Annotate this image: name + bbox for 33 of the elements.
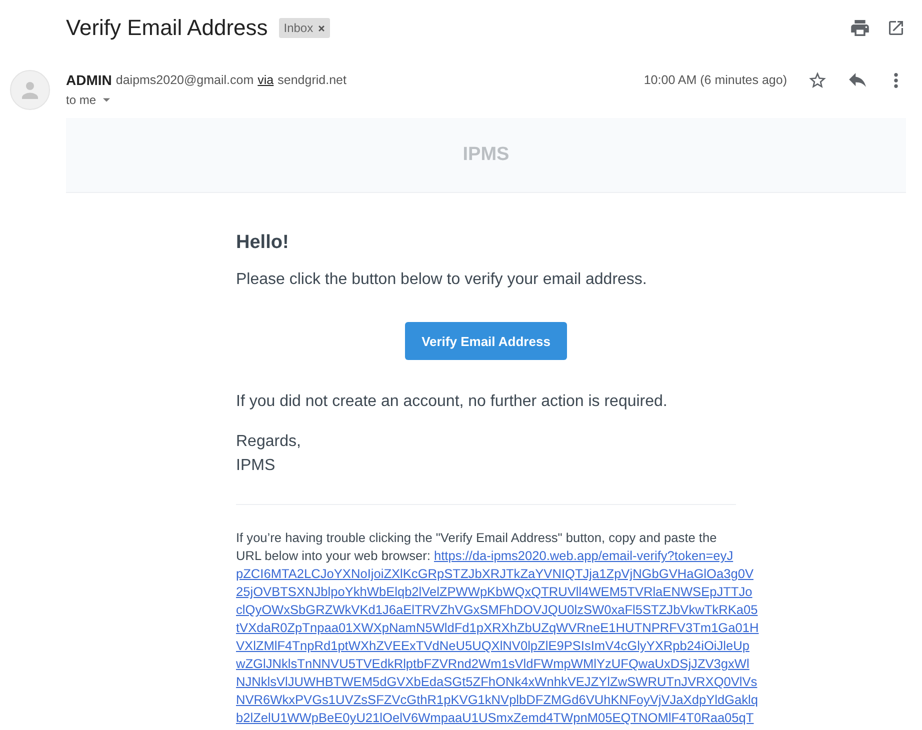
message-time: 10:00 AM (6 minutes ago) [644, 73, 787, 87]
intro-text: Please click the button below to verify your email address. [236, 270, 648, 290]
more-options-icon[interactable] [894, 72, 898, 88]
verification-link[interactable]: pZCI6MTA2LCJoYXNoIjoiZXlKcGRpSTZJbXRJTkZaYVNIQTJja1ZpVjNGbGVHaGlOa3g0V [236, 566, 754, 581]
via-link[interactable]: via [258, 73, 274, 87]
open-in-new-window-icon[interactable] [889, 21, 903, 35]
star-icon[interactable] [809, 72, 826, 88]
caret-icon[interactable] [103, 98, 110, 102]
verify-email-button[interactable]: Verify Email Address [404, 322, 568, 360]
via-domain: sendgrid.net [278, 73, 346, 87]
verification-link[interactable]: VXlZMlF4TnpRd1ptWXhZVEExTVdNeU5UQXlNV0lpZlE9PSIsImV4cGlyYXRpb24iOiJleUp [236, 638, 750, 653]
reply-icon[interactable] [849, 73, 866, 87]
verification-link[interactable]: clQyOWxSbGRZWkVKd1J6aElTRVZhVGxSMFhDOVJQU0lzSW0xaFl5STZJbVkwTkRKa05 [236, 602, 758, 617]
label-chip[interactable]: Inbox [278, 18, 330, 38]
avatar-icon [10, 70, 50, 110]
sender-name: ADMIN [66, 72, 112, 88]
outro-text: If you did not create an account, no further action is required. [236, 392, 668, 412]
recipient-dropdown[interactable]: to me [66, 90, 110, 110]
verification-link[interactable]: NJNklsVlJUWHBTWEM5dGVXbEdaSGt5ZFhONk4xWnhkVEJZYlZwSWRUTnJVRXQ0VlVs [236, 674, 758, 689]
salutation: Regards, [236, 432, 301, 452]
verification-link[interactable]: tVXdaR0ZpTnpaa01XWXpNamN5WldFd1pXRXhZbUZqWVRneE1HUTNPRFV3Tm1Ga01H [236, 620, 759, 635]
verification-link[interactable]: wZGlJNklsTnNNVU5TVEdkRlptbFZVRnd2Wm1sVldFWmpWMlYzUFQwaUxDSjJZV3gxWl [236, 656, 750, 671]
signature: IPMS [236, 456, 276, 476]
verification-link[interactable]: b2lZelU1WWpBeE0yU21lOelV6WmpaaU1USmxZemd4TWpnM05EQTNOMlF4T0Raa05qT [236, 710, 754, 725]
close-icon[interactable] [318, 24, 326, 32]
brand-name: IPMS [462, 144, 510, 166]
greeting: Hello! [236, 231, 290, 254]
sender-email: daipms2020@gmail.com [116, 73, 254, 87]
verification-link[interactable]: NVR6WkxPVGs1UVZsSFZVcGthR1pKVG1kNVplbDFZMGd6VUhKNFoyVjVJaXdpYldGaklq [236, 692, 758, 707]
verification-link[interactable]: https://da-ipms2020.web.app/email-verify?token=eyJ [434, 548, 734, 563]
email-subject: Verify Email Address [66, 14, 268, 42]
print-icon[interactable] [851, 20, 869, 36]
verification-link[interactable]: 25jOVBTSXNJblpoYkhWbElqb2lVelZPWWpKbWQxQTRUVll4WEM5TVRlaENWSEpJTTJo [236, 584, 752, 599]
